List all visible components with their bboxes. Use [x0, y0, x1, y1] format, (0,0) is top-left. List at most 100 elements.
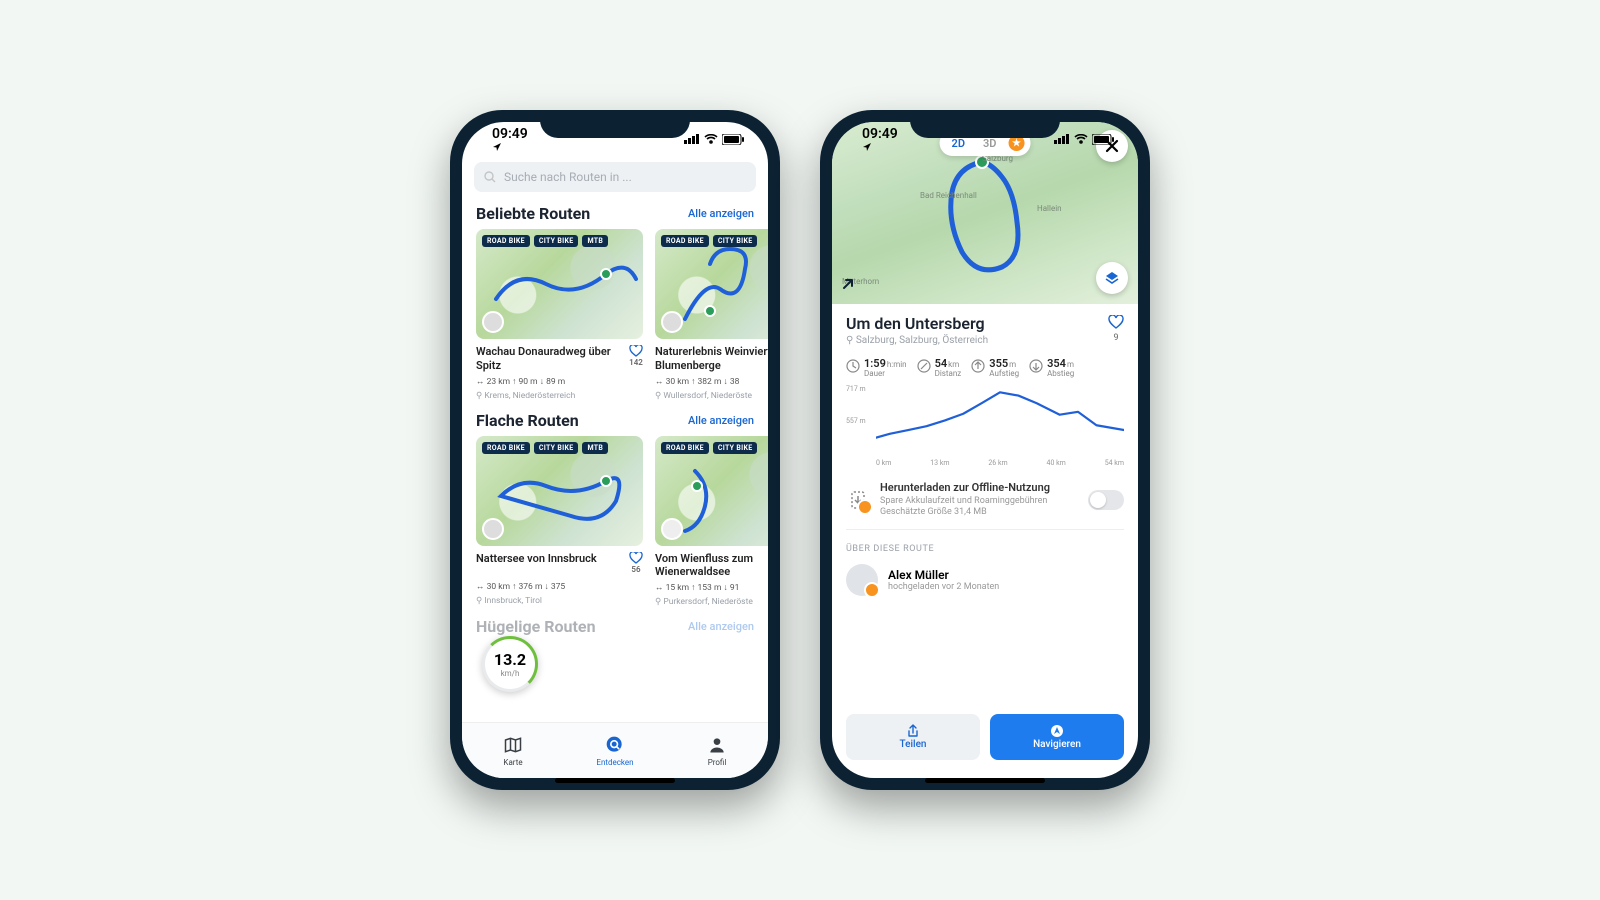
- tag-mtb: MTB: [582, 442, 608, 454]
- speed-value: 13.2: [494, 650, 526, 669]
- expand-button[interactable]: [842, 274, 858, 294]
- map-label: Bad Reichenhall: [920, 192, 977, 200]
- show-all-popular[interactable]: Alle anzeigen: [688, 207, 754, 220]
- show-all-flat[interactable]: Alle anzeigen: [688, 414, 754, 427]
- tag-mtb: MTB: [582, 235, 608, 247]
- elevation-line: [876, 386, 1124, 453]
- location-arrow-icon: [492, 142, 502, 152]
- layers-icon: [1104, 270, 1120, 286]
- share-button[interactable]: Teilen: [846, 714, 980, 760]
- offline-subtitle: Spare Akkulaufzeit und Roaminggebühren G…: [880, 496, 1078, 519]
- route-meta: ↔ 30 km ↑ 376 m ↓ 375: [476, 581, 643, 592]
- home-indicator[interactable]: [925, 778, 1045, 783]
- status-bar: 09:49: [832, 122, 1138, 156]
- navigate-button[interactable]: Navigieren: [990, 714, 1124, 760]
- home-indicator[interactable]: [555, 778, 675, 783]
- author-row[interactable]: Alex Müller hochgeladen vor 2 Monaten: [846, 564, 1124, 596]
- tab-map[interactable]: Karte: [462, 723, 564, 778]
- author-sub: hochgeladen vor 2 Monaten: [888, 582, 999, 592]
- search-icon: [484, 171, 496, 183]
- download-icon: [846, 488, 870, 512]
- favorite-button[interactable]: 142: [629, 345, 643, 368]
- author-avatar: [661, 311, 683, 333]
- route-meta: ↔ 23 km ↑ 90 m ↓ 89 m: [476, 376, 643, 387]
- route-card[interactable]: ROAD BIKE CITY BIKEMTB Nattersee von Inns…: [476, 436, 643, 608]
- speed-unit: km/h: [501, 669, 520, 678]
- route-detail-title: Um den Untersberg: [846, 314, 988, 333]
- location-arrow-icon: [862, 142, 872, 152]
- wifi-icon: [1074, 134, 1088, 144]
- tab-bar: Karte Entdecken Profil: [462, 722, 768, 778]
- status-time: 09:49: [862, 126, 898, 142]
- tag-city-bike: CITY BIKE: [713, 442, 758, 454]
- route-meta: ↔ 15 km ↑ 153 m ↓ 91: [655, 582, 768, 593]
- elevation-chart[interactable]: 717 m 557 m 0 km 13 km 26 km 40 km 54 km: [846, 381, 1124, 467]
- search-icon: [605, 735, 625, 755]
- map-icon: [503, 735, 523, 755]
- offline-toggle[interactable]: [1088, 490, 1124, 510]
- route-location: Purkersdorf, Niederöste: [655, 597, 768, 607]
- route-card[interactable]: ROAD BIKE CITY BIKEMTB Wachau Donauradweg…: [476, 229, 643, 401]
- author-avatar: [482, 311, 504, 333]
- wifi-icon: [704, 134, 718, 144]
- author-avatar: [846, 564, 878, 596]
- route-detail-location: Salzburg, Salzburg, Österreich: [846, 335, 988, 346]
- route-location: Wullersdorf, Niederöste: [655, 391, 768, 401]
- battery-icon: [1092, 134, 1114, 145]
- signal-icon: [1054, 134, 1070, 144]
- status-time: 09:49: [492, 126, 528, 142]
- battery-icon: [722, 134, 744, 145]
- tag-road-bike: ROAD BIKE: [482, 442, 530, 454]
- tag-city-bike: CITY BIKE: [534, 235, 579, 247]
- tag-city-bike: CITY BIKE: [534, 442, 579, 454]
- about-heading: ÜBER DIESE ROUTE: [846, 544, 1124, 554]
- ascent-icon: [971, 359, 985, 373]
- favorite-button[interactable]: 56: [629, 552, 643, 575]
- section-title-flat: Flache Routen: [476, 411, 579, 430]
- clock-icon: [846, 359, 860, 373]
- tab-profile[interactable]: Profil: [666, 723, 768, 778]
- route-meta: ↔ 30 km ↑ 382 m ↓ 38: [655, 376, 768, 387]
- search-placeholder: Suche nach Routen in ...: [504, 170, 632, 184]
- route-title: Nattersee von Innsbruck: [476, 552, 597, 565]
- signal-icon: [684, 134, 700, 144]
- status-bar: 09:49: [462, 122, 768, 156]
- route-title: Naturerlebnis Weinviertel Blumenberge: [655, 345, 768, 372]
- route-title: Wachau Donauradweg über Spitz: [476, 345, 611, 372]
- section-popular-head: Beliebte Routen Alle anzeigen: [462, 200, 768, 229]
- route-location: Krems, Niederösterreich: [476, 391, 643, 401]
- share-icon: [906, 724, 920, 738]
- speed-badge[interactable]: 13.2 km/h: [482, 636, 538, 692]
- route-stats: 1:59h:minDauer 54kmDistanz 355mAufstieg …: [846, 358, 1124, 379]
- tag-road-bike: ROAD BIKE: [661, 442, 709, 454]
- section-title-hilly: Hügelige Routen: [476, 617, 596, 636]
- search-input[interactable]: Suche nach Routen in ...: [474, 162, 756, 192]
- tag-road-bike: ROAD BIKE: [482, 235, 530, 247]
- map-label: Hallein: [1037, 204, 1062, 213]
- flat-row[interactable]: ROAD BIKECITY BIKEMTB Nattersee von Inns…: [462, 436, 768, 614]
- offline-download-row: Herunterladen zur Offline-Nutzung Spare …: [846, 471, 1124, 530]
- tab-discover[interactable]: Entdecken: [564, 723, 666, 778]
- show-all-hilly[interactable]: Alle anzeigen: [688, 620, 754, 633]
- expand-icon: [842, 274, 858, 290]
- offline-title: Herunterladen zur Offline-Nutzung: [880, 481, 1078, 494]
- phone-discover: 09:49 Suche nach Routen in ... Beliebte …: [450, 110, 780, 790]
- distance-icon: [917, 359, 931, 373]
- route-title: Vom Wienfluss zum Wienerwaldsee: [655, 552, 753, 579]
- route-card[interactable]: ROAD BIKE CITY BIKE Vom Wienfluss zum Wie…: [655, 436, 768, 608]
- layers-button[interactable]: [1096, 262, 1128, 294]
- tag-road-bike: ROAD BIKE: [661, 235, 709, 247]
- favorite-button[interactable]: 9: [1108, 314, 1124, 343]
- popular-row[interactable]: ROAD BIKECITY BIKEMTB Wachau Donauradweg…: [462, 229, 768, 407]
- route-card[interactable]: ROAD BIKE CITY BIKE Naturerlebnis Weinvie…: [655, 229, 768, 401]
- action-buttons: Teilen Navigieren: [832, 704, 1138, 778]
- author-name: Alex Müller: [888, 568, 999, 582]
- profile-icon: [707, 735, 727, 755]
- section-flat-head: Flache Routen Alle anzeigen: [462, 407, 768, 436]
- tag-city-bike: CITY BIKE: [713, 235, 758, 247]
- descent-icon: [1029, 359, 1043, 373]
- navigate-icon: [1050, 724, 1064, 738]
- author-avatar: [661, 518, 683, 540]
- author-avatar: [482, 518, 504, 540]
- phone-route-detail: 09:49 Salzburg Hallein Bad Reichenhall M…: [820, 110, 1150, 790]
